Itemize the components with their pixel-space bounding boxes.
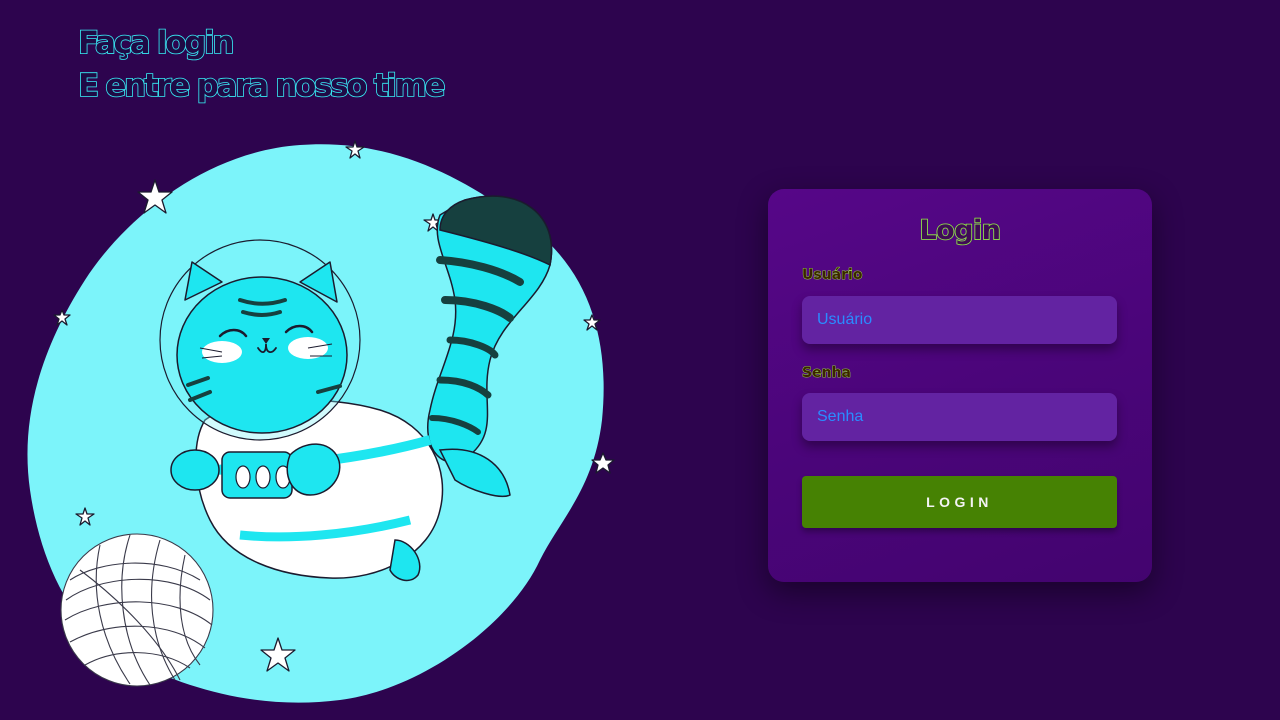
login-title: Login xyxy=(919,214,1002,247)
password-label: Senha xyxy=(802,365,852,382)
cat-head xyxy=(176,261,348,434)
hero-title-line-2: E entre para nosso time xyxy=(77,67,446,105)
username-input[interactable] xyxy=(802,296,1117,344)
cat-left-paw xyxy=(170,449,220,491)
hero-title: Faça login E entre para nosso time xyxy=(77,22,446,108)
login-page: Faça login E entre para nosso time Login… xyxy=(0,0,1280,720)
username-label: Usuário xyxy=(802,267,863,284)
astronaut-cat-illustration xyxy=(27,140,615,703)
yarn-ball-icon xyxy=(60,533,214,687)
login-button[interactable]: LOGIN xyxy=(802,476,1117,528)
star-icon xyxy=(591,452,615,474)
password-input[interactable] xyxy=(802,393,1117,441)
hero-title-line-1: Faça login xyxy=(77,24,235,62)
login-card: Login Usuário Senha LOGIN xyxy=(768,189,1152,582)
